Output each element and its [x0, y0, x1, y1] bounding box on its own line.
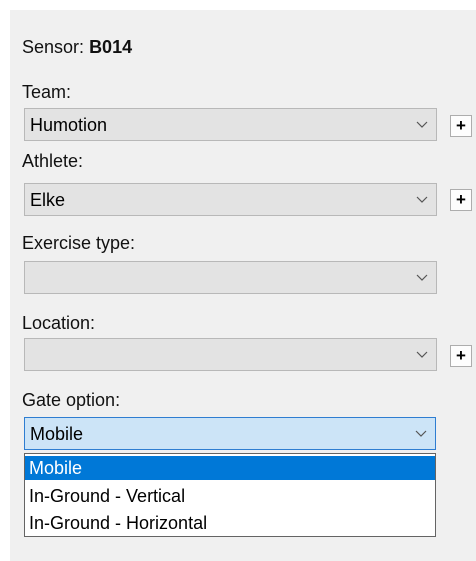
team-select-value: Humotion: [30, 115, 108, 135]
chevron-down-icon: [416, 351, 428, 358]
athlete-select-value: Elke: [30, 190, 66, 210]
gate-option-item-in-ground-horizontal[interactable]: In-Ground - Horizontal: [25, 511, 435, 535]
gate-option-select-value: Mobile: [30, 424, 84, 444]
add-location-button[interactable]: +: [450, 345, 472, 367]
chevron-down-icon: [416, 274, 428, 281]
exercise-type-select[interactable]: [24, 261, 437, 294]
gate-option-select[interactable]: Mobile: [24, 417, 436, 450]
team-select[interactable]: Humotion: [24, 108, 437, 141]
gate-option-dropdown-list: Mobile In-Ground - Vertical In-Ground - …: [24, 453, 436, 537]
exercise-type-label: Exercise type:: [22, 233, 136, 253]
sensor-label: Sensor:: [22, 37, 85, 57]
add-athlete-button[interactable]: +: [450, 189, 472, 211]
location-label: Location:: [22, 313, 96, 333]
team-label: Team:: [22, 82, 72, 102]
add-team-button[interactable]: +: [450, 115, 472, 137]
chevron-down-icon: [416, 196, 428, 203]
gate-option-label: Gate option:: [22, 390, 121, 410]
sensor-id: B014: [89, 37, 133, 57]
chevron-down-icon: [415, 430, 427, 437]
sensor-label-row: Sensor: B014: [22, 36, 132, 58]
gate-option-item-mobile[interactable]: Mobile: [25, 456, 435, 480]
chevron-down-icon: [416, 121, 428, 128]
location-select[interactable]: [24, 338, 437, 371]
athlete-label: Athlete:: [22, 151, 84, 171]
athlete-select[interactable]: Elke: [24, 183, 437, 216]
gate-option-item-in-ground-vertical[interactable]: In-Ground - Vertical: [25, 484, 435, 508]
